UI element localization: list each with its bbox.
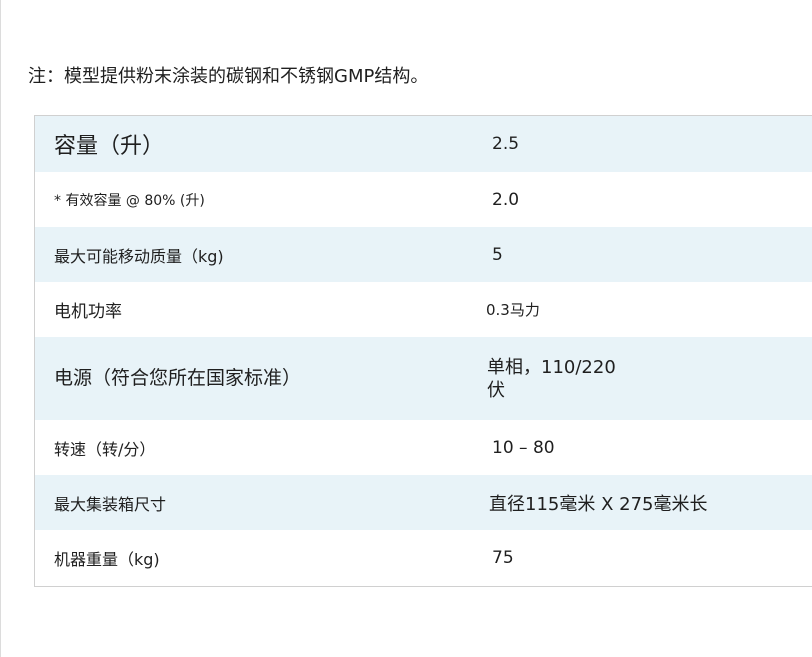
table-row: 电源（符合您所在国家标准） 单相，110/220伏 — [35, 337, 812, 420]
left-border — [0, 0, 1, 657]
note-text: 注：模型提供粉末涂装的碳钢和不锈钢GMP结构。 — [28, 66, 429, 87]
spec-label-power-supply: 电源（符合您所在国家标准） — [35, 366, 469, 391]
table-row: 转速（转/分） 10 – 80 — [35, 420, 812, 475]
spec-value-capacity: 2.5 — [492, 134, 520, 154]
spec-value-max-container: 直径115毫米 X 275毫米长 — [489, 493, 708, 515]
table-row: 最大可能移动质量（kg) 5 — [35, 227, 812, 282]
spec-label-effective-capacity: * 有效容量 @ 80% (升) — [54, 192, 205, 209]
spec-label-power-supply-text: 电源（符合您所在国家标准） — [54, 367, 302, 389]
spec-value-effective-capacity: 2.0 — [492, 189, 520, 210]
spec-value-motor-power: 0.3马力 — [486, 301, 540, 319]
spec-value-machine-weight: 75 — [492, 548, 514, 568]
spec-value-speed: 10 – 80 — [492, 437, 555, 458]
table-row: 最大集装箱尺寸 直径115毫米 X 275毫米长 — [35, 475, 812, 530]
spec-value-power-supply: 单相，110/220伏 — [469, 356, 812, 402]
spec-table: 容量（升） 2.5 * 有效容量 @ 80% (升) 2.0 最大可能移动质量（… — [34, 115, 812, 587]
spec-value-power-supply-text: 单相，110/220伏 — [487, 356, 616, 401]
table-row: 电机功率 0.3马力 — [35, 282, 812, 337]
spec-label-speed: 转速（转/分） — [54, 439, 156, 459]
table-row: * 有效容量 @ 80% (升) 2.0 — [35, 172, 812, 227]
spec-label-max-mass: 最大可能移动质量（kg) — [54, 246, 224, 266]
spec-label-max-container: 最大集装箱尺寸 — [54, 494, 167, 514]
spec-value-max-mass: 5 — [492, 244, 503, 265]
spec-label-machine-weight: 机器重量（kg) — [54, 550, 160, 569]
spec-label-capacity: 容量（升） — [54, 134, 165, 159]
page: 注：模型提供粉末涂装的碳钢和不锈钢GMP结构。 容量（升） 2.5 * 有效容量… — [0, 0, 812, 657]
spec-label-motor-power: 电机功率 — [54, 302, 122, 322]
table-row: 容量（升） 2.5 — [35, 116, 812, 172]
table-row: 机器重量（kg) 75 — [35, 530, 812, 586]
